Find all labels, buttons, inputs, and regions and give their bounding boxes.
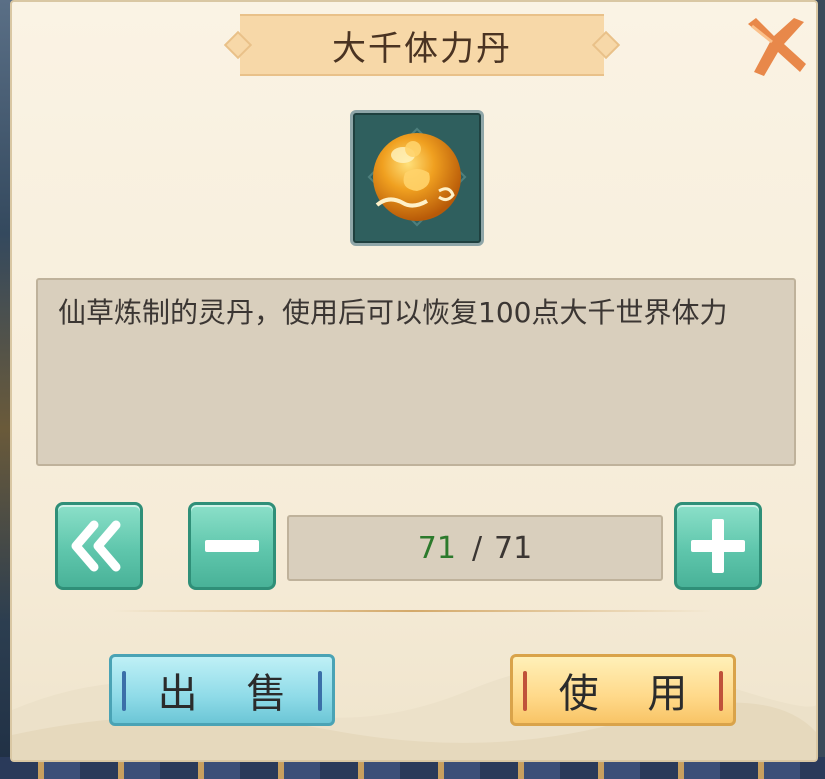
button-ornament	[719, 671, 723, 711]
close-button[interactable]	[740, 14, 810, 84]
quantity-min-button[interactable]	[55, 502, 143, 590]
button-ornament	[318, 671, 322, 711]
item-description: 仙草炼制的灵丹，使用后可以恢复100点大千世界体力	[36, 278, 796, 466]
use-button-label: 使 用	[558, 671, 706, 717]
sell-button-label: 出 售	[157, 671, 305, 717]
title-banner: 大千体力丹	[240, 14, 604, 76]
quantity-display: 71 / 71	[287, 515, 663, 581]
quantity-max: 71	[494, 530, 533, 566]
sell-button[interactable]: 出 售	[109, 654, 335, 726]
item-dialog: 大千体力丹 仙草炼制的灵丹，使用后可以恢复100点大千世界体力 71 / 71 …	[10, 0, 818, 762]
divider	[112, 610, 712, 612]
quantity-current: 71	[417, 530, 456, 566]
quantity-increase-button[interactable]	[674, 502, 762, 590]
double-chevron-left-icon	[71, 520, 121, 572]
quantity-decrease-button[interactable]	[188, 502, 276, 590]
close-x-icon	[748, 18, 806, 76]
golden-pill-orb-icon	[367, 127, 467, 227]
dialog-title: 大千体力丹	[332, 28, 512, 69]
item-icon-frame	[350, 110, 484, 246]
minus-icon	[205, 540, 259, 552]
button-ornament	[122, 671, 126, 711]
button-ornament	[523, 671, 527, 711]
quantity-separator: /	[471, 530, 483, 566]
use-button[interactable]: 使 用	[510, 654, 736, 726]
plus-icon	[691, 519, 745, 573]
